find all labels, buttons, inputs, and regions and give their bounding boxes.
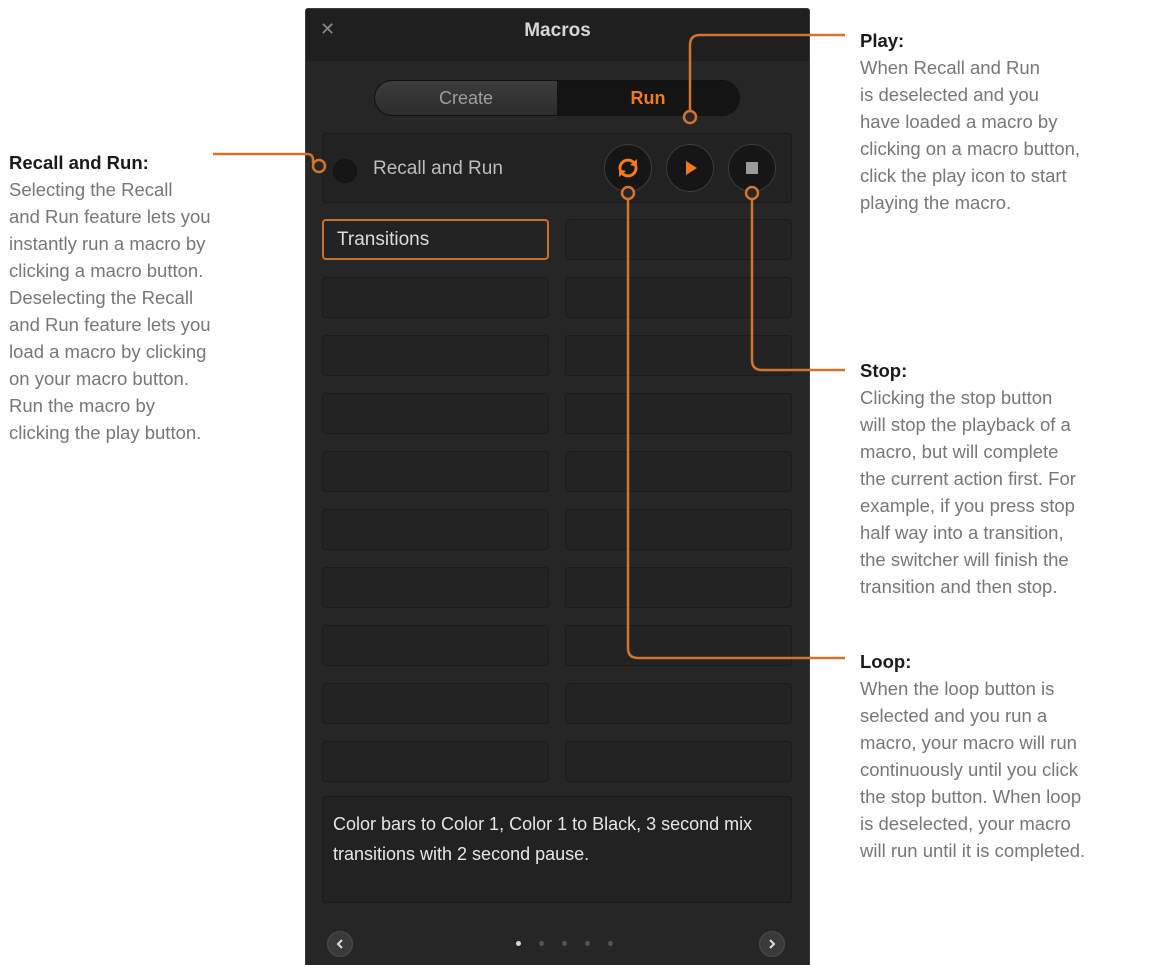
- macro-button[interactable]: [565, 567, 792, 608]
- tab-create[interactable]: Create: [375, 81, 557, 115]
- annotation-recall-run-text: Selecting the Recall and Run feature let…: [9, 179, 211, 443]
- annotation-stop: Stop: Clicking the stop button will stop…: [860, 357, 1150, 600]
- macro-button[interactable]: [322, 393, 549, 434]
- annotation-play-title: Play:: [860, 30, 905, 51]
- macro-button[interactable]: [322, 335, 549, 376]
- macro-button[interactable]: [322, 277, 549, 318]
- macro-button[interactable]: [565, 277, 792, 318]
- macro-button[interactable]: [565, 509, 792, 550]
- macro-button[interactable]: [565, 219, 792, 260]
- prev-page-button[interactable]: [327, 931, 353, 957]
- macro-button[interactable]: Transitions: [322, 219, 549, 260]
- annotation-recall-run: Recall and Run: Selecting the Recall and…: [9, 149, 279, 446]
- macro-button[interactable]: [565, 683, 792, 724]
- macro-button[interactable]: [322, 625, 549, 666]
- panel-title: Macros: [524, 20, 591, 41]
- page-dot[interactable]: [539, 941, 544, 946]
- recall-run-bar: Recall and Run: [322, 133, 792, 203]
- annotation-loop: Loop: When the loop button is selected a…: [860, 648, 1150, 864]
- recall-run-label: Recall and Run: [373, 158, 503, 179]
- annotation-loop-title: Loop:: [860, 651, 912, 672]
- macro-button[interactable]: [322, 567, 549, 608]
- panel-titlebar: ✕ Macros: [306, 9, 809, 61]
- annotation-stop-title: Stop:: [860, 360, 908, 381]
- page-dot[interactable]: [608, 941, 613, 946]
- macros-panel: ✕ Macros Create Run Recall and Run Trans…: [305, 8, 810, 965]
- play-button[interactable]: [666, 144, 714, 192]
- stop-icon: [746, 162, 758, 174]
- page-dot[interactable]: [585, 941, 590, 946]
- loop-button[interactable]: [604, 144, 652, 192]
- chevron-right-icon: [769, 939, 776, 949]
- annotation-recall-run-title: Recall and Run:: [9, 152, 149, 173]
- tab-run[interactable]: Run: [557, 81, 739, 115]
- mode-toggle: Create Run: [374, 80, 740, 116]
- stop-button[interactable]: [728, 144, 776, 192]
- annotation-loop-text: When the loop button is selected and you…: [860, 678, 1086, 861]
- macro-button[interactable]: [565, 451, 792, 492]
- macro-button[interactable]: [322, 451, 549, 492]
- annotation-play-text: When Recall and Run is deselected and yo…: [860, 57, 1081, 213]
- recall-run-toggle[interactable]: [333, 159, 357, 183]
- annotation-play: Play: When Recall and Run is deselected …: [860, 27, 1150, 216]
- macro-button[interactable]: [322, 741, 549, 782]
- page-indicator: [516, 941, 613, 946]
- page-dot[interactable]: [516, 941, 521, 946]
- macro-button[interactable]: [322, 509, 549, 550]
- macro-button[interactable]: [322, 683, 549, 724]
- macro-button[interactable]: [565, 625, 792, 666]
- macro-button[interactable]: [565, 335, 792, 376]
- macro-button[interactable]: [565, 393, 792, 434]
- page-dot[interactable]: [562, 941, 567, 946]
- play-icon: [686, 161, 697, 175]
- macro-button[interactable]: [565, 741, 792, 782]
- loop-icon: [618, 158, 638, 178]
- chevron-left-icon: [336, 939, 343, 949]
- annotation-stop-text: Clicking the stop button will stop the p…: [860, 387, 1076, 597]
- next-page-button[interactable]: [759, 931, 785, 957]
- macro-description: Color bars to Color 1, Color 1 to Black,…: [322, 796, 792, 903]
